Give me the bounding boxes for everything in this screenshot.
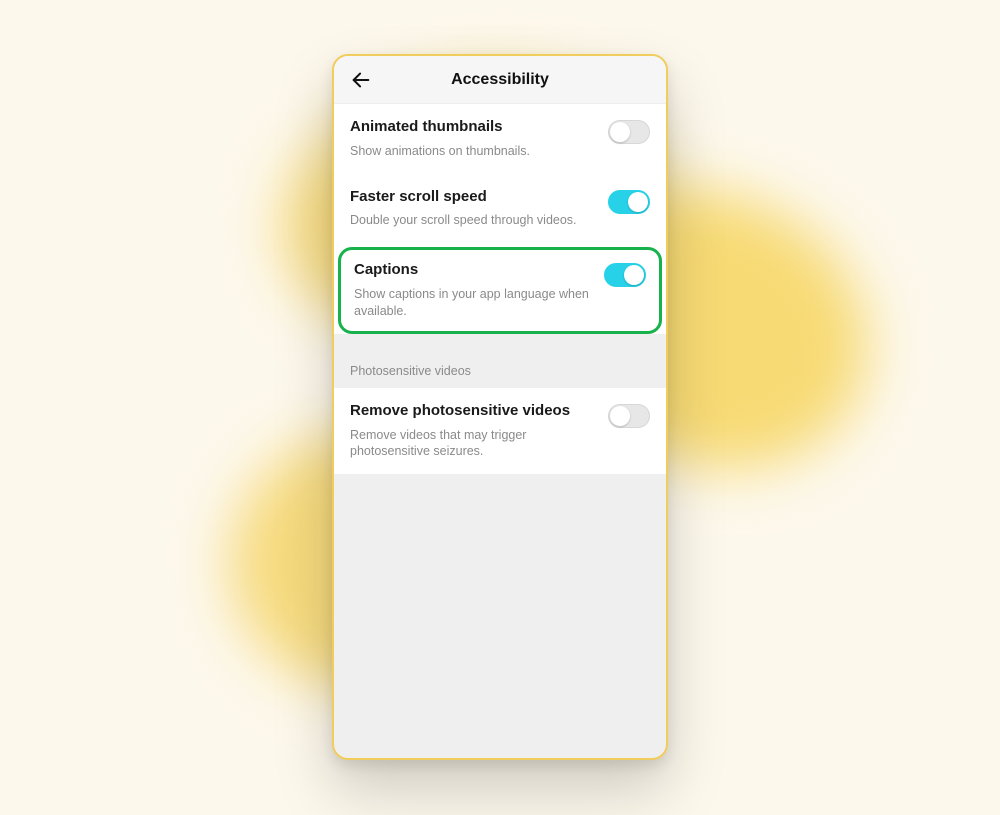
settings-group-photosensitive: Remove photosensitive videos Remove vide… bbox=[334, 388, 666, 475]
captions-toggle[interactable] bbox=[604, 263, 646, 287]
row-text: Animated thumbnails Show animations on t… bbox=[350, 118, 596, 160]
row-captions: Captions Show captions in your app langu… bbox=[338, 247, 662, 334]
remove-photosensitive-desc: Remove videos that may trigger photosens… bbox=[350, 427, 596, 461]
faster-scroll-desc: Double your scroll speed through videos. bbox=[350, 212, 596, 229]
settings-header: Accessibility bbox=[334, 56, 666, 104]
section-title-photosensitive: Photosensitive videos bbox=[334, 346, 666, 388]
phone-frame: Accessibility Animated thumbnails Show a… bbox=[332, 54, 668, 760]
row-animated-thumbnails: Animated thumbnails Show animations on t… bbox=[334, 104, 666, 174]
faster-scroll-label: Faster scroll speed bbox=[350, 188, 596, 207]
remove-photosensitive-label: Remove photosensitive videos bbox=[350, 402, 596, 421]
row-text: Remove photosensitive videos Remove vide… bbox=[350, 402, 596, 461]
group-spacer bbox=[334, 338, 666, 346]
row-remove-photosensitive: Remove photosensitive videos Remove vide… bbox=[334, 388, 666, 475]
animated-thumbnails-desc: Show animations on thumbnails. bbox=[350, 143, 596, 160]
faster-scroll-toggle[interactable] bbox=[608, 190, 650, 214]
animated-thumbnails-label: Animated thumbnails bbox=[350, 118, 596, 137]
captions-desc: Show captions in your app language when … bbox=[354, 286, 592, 320]
captions-label: Captions bbox=[354, 261, 592, 280]
row-faster-scroll: Faster scroll speed Double your scroll s… bbox=[334, 174, 666, 244]
page-title: Accessibility bbox=[451, 71, 549, 89]
settings-group-general: Animated thumbnails Show animations on t… bbox=[334, 104, 666, 334]
arrow-left-icon bbox=[350, 69, 372, 91]
animated-thumbnails-toggle[interactable] bbox=[608, 120, 650, 144]
row-text: Faster scroll speed Double your scroll s… bbox=[350, 188, 596, 230]
remove-photosensitive-toggle[interactable] bbox=[608, 404, 650, 428]
row-text: Captions Show captions in your app langu… bbox=[354, 261, 592, 320]
back-button[interactable] bbox=[342, 56, 380, 103]
